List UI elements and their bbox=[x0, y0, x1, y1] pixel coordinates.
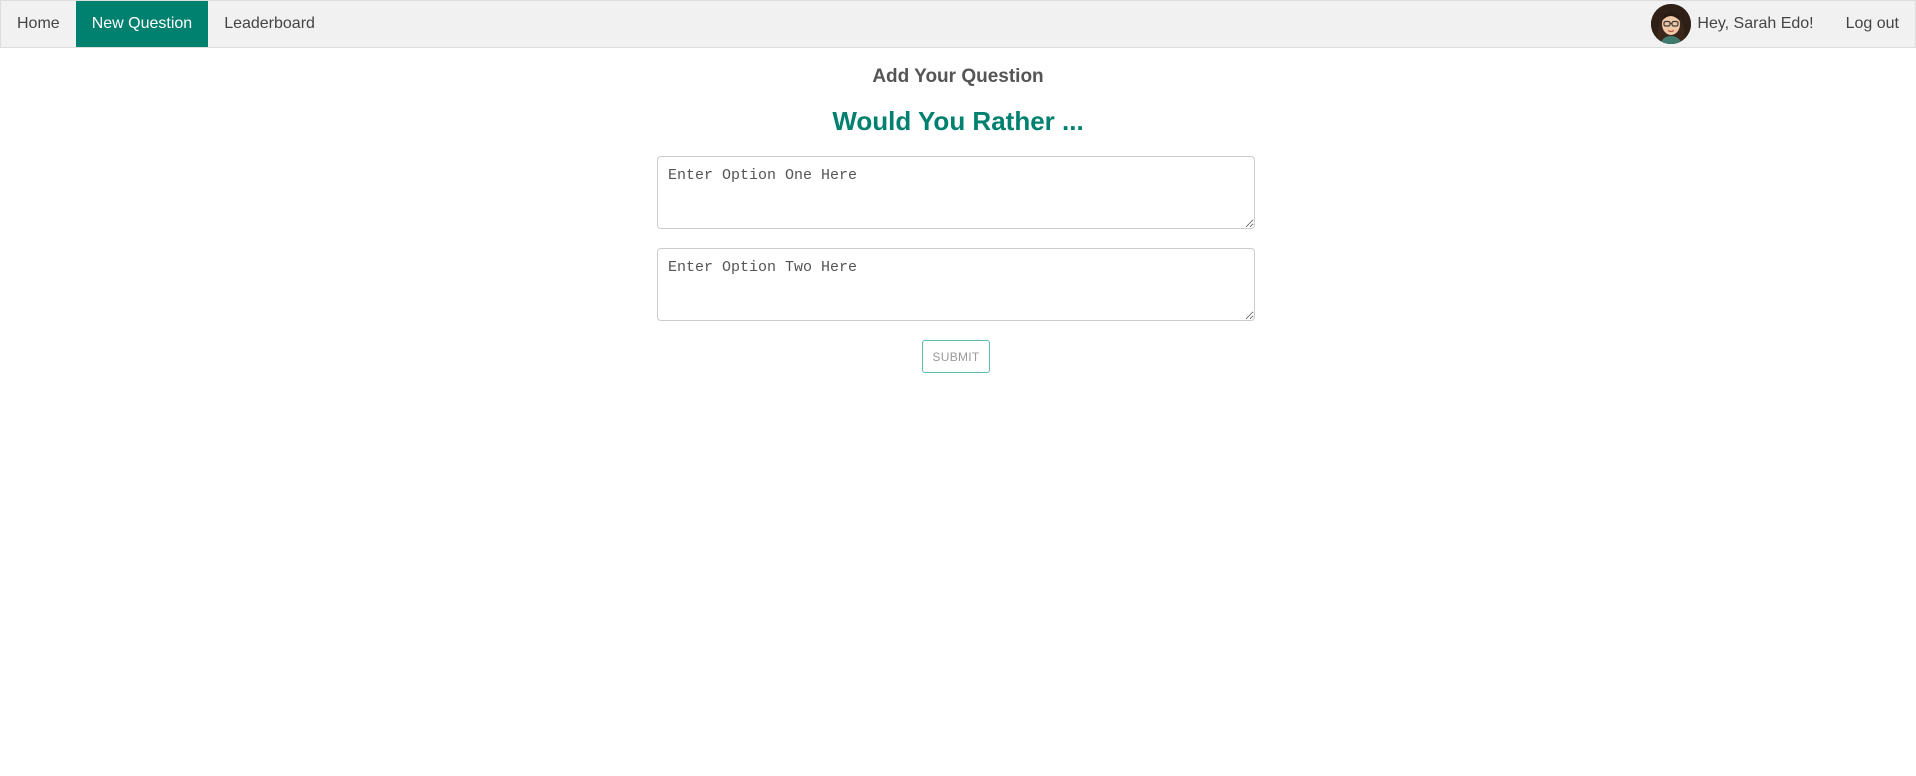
nav-item-leaderboard[interactable]: Leaderboard bbox=[208, 1, 331, 47]
logout-link[interactable]: Log out bbox=[1828, 1, 1915, 47]
nav-left: Home New Question Leaderboard bbox=[1, 1, 331, 47]
submit-button[interactable]: SUBMIT bbox=[922, 340, 990, 373]
avatar bbox=[1651, 4, 1692, 44]
option-two-field[interactable] bbox=[657, 248, 1255, 321]
question-subtitle: Would You Rather ... bbox=[832, 106, 1084, 136]
page-title: Add Your Question bbox=[872, 66, 1044, 87]
nav-item-new-question[interactable]: New Question bbox=[75, 1, 209, 47]
navbar: Home New Question Leaderboard Hey, Sarah… bbox=[0, 0, 1916, 48]
nav-right: Hey, Sarah Edo! Log out bbox=[1647, 1, 1915, 47]
nav-item-home[interactable]: Home bbox=[1, 1, 76, 47]
user-greeting: Hey, Sarah Edo! bbox=[1697, 15, 1814, 32]
avatar-woman-glasses-icon bbox=[1651, 4, 1692, 44]
option-one-field[interactable] bbox=[657, 156, 1255, 229]
user-box: Hey, Sarah Edo! bbox=[1647, 1, 1827, 47]
